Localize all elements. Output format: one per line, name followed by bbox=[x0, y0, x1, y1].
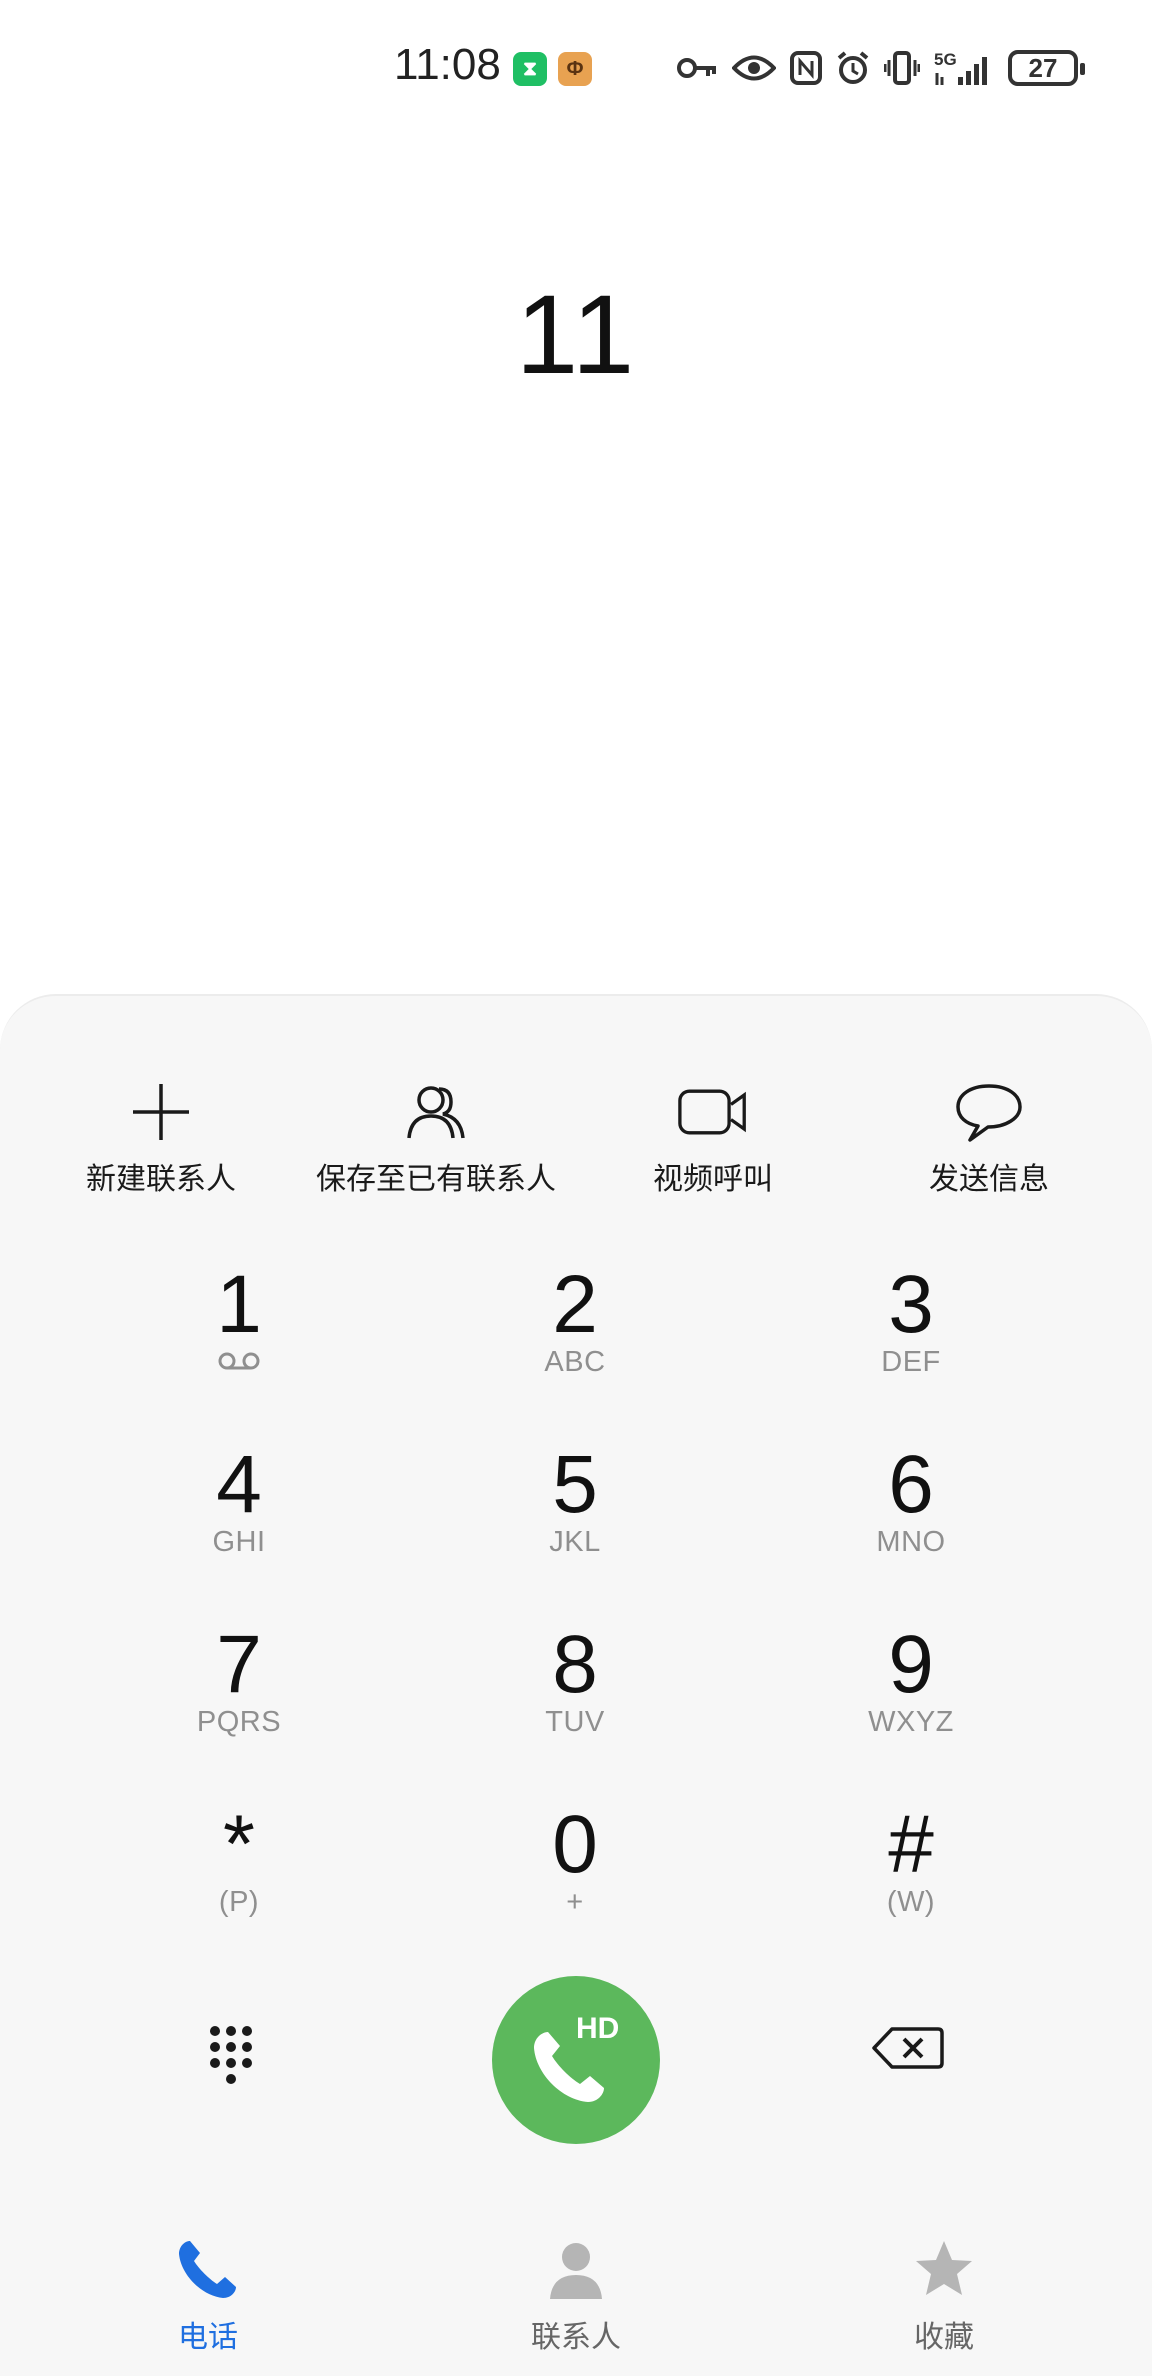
battery-icon: 27 bbox=[1008, 50, 1085, 86]
send-message-label: 发送信息 bbox=[929, 1163, 1049, 1196]
video-call-label: 视频呼叫 bbox=[653, 1163, 773, 1196]
dialpad-toggle-button[interactable] bbox=[205, 2021, 275, 2101]
key-5[interactable]: 5 JKL bbox=[425, 1440, 725, 1590]
key-6[interactable]: 6 MNO bbox=[761, 1440, 1061, 1590]
key-icon bbox=[676, 55, 718, 81]
dialpad-icon bbox=[210, 2026, 252, 2084]
key-1[interactable]: 1 bbox=[89, 1260, 389, 1410]
nfc-icon bbox=[790, 51, 822, 85]
nav-tab-contacts[interactable]: 联系人 bbox=[466, 2234, 686, 2356]
status-time: 11:08 bbox=[394, 40, 501, 89]
key-7[interactable]: 7 PQRS bbox=[89, 1620, 389, 1770]
message-icon bbox=[954, 1080, 1024, 1144]
delete-button[interactable] bbox=[872, 2026, 952, 2086]
key-3[interactable]: 3 DEF bbox=[761, 1260, 1061, 1410]
quick-actions: 新建联系人 保存至已有联系人 视频呼叫 发送信息 bbox=[0, 1080, 1152, 1210]
battery-level: 27 bbox=[1028, 52, 1058, 83]
key-hash[interactable]: # (W) bbox=[761, 1800, 1061, 1950]
bottom-nav: 电话 联系人 收藏 bbox=[0, 2208, 1152, 2376]
key-star[interactable]: * (P) bbox=[89, 1800, 389, 1950]
phone-tab-icon bbox=[173, 2234, 243, 2304]
hd-label: HD bbox=[576, 2012, 620, 2045]
save-to-existing-contact-button[interactable]: 保存至已有联系人 bbox=[286, 1080, 586, 1198]
new-contact-button[interactable]: 新建联系人 bbox=[11, 1080, 311, 1198]
nav-phone-label: 电话 bbox=[178, 2321, 238, 2354]
vibrate-icon bbox=[884, 51, 920, 85]
backspace-icon bbox=[872, 2027, 944, 2069]
app-icon: Ф bbox=[558, 52, 592, 86]
dialer-panel: 新建联系人 保存至已有联系人 视频呼叫 发送信息 1 2 ABC 3 DEF 4… bbox=[0, 994, 1152, 2208]
status-icons: 5G 27 bbox=[676, 44, 1085, 92]
key-4[interactable]: 4 GHI bbox=[89, 1440, 389, 1590]
key-2[interactable]: 2 ABC bbox=[425, 1260, 725, 1410]
key-9[interactable]: 9 WXYZ bbox=[761, 1620, 1061, 1770]
contacts-tab-icon bbox=[541, 2234, 611, 2304]
network-label: 5G bbox=[934, 50, 957, 69]
plus-icon bbox=[126, 1080, 196, 1144]
dialed-number[interactable]: 11 bbox=[0, 270, 1152, 399]
send-message-button[interactable]: 发送信息 bbox=[839, 1080, 1139, 1198]
eye-icon bbox=[732, 53, 776, 83]
timer-app-icon: ⧗ bbox=[513, 52, 547, 86]
alarm-icon bbox=[836, 50, 870, 86]
key-0[interactable]: 0 + bbox=[425, 1800, 725, 1950]
nav-tab-phone[interactable]: 电话 bbox=[98, 2234, 318, 2356]
video-call-button[interactable]: 视频呼叫 bbox=[563, 1080, 863, 1198]
contacts-icon bbox=[401, 1080, 471, 1144]
nav-contacts-label: 联系人 bbox=[531, 2321, 621, 2354]
call-button[interactable]: HD bbox=[492, 1976, 660, 2144]
nav-tab-favorites[interactable]: 收藏 bbox=[834, 2234, 1054, 2356]
star-icon bbox=[909, 2234, 979, 2304]
dialer-screen: 11:08 ⧗ Ф 5G 27 11 新建联系人 保存至已有联系人 视频呼叫 发… bbox=[0, 0, 1152, 2376]
nav-favorites-label: 收藏 bbox=[914, 2321, 974, 2354]
signal-icon: 5G bbox=[934, 49, 994, 87]
new-contact-label: 新建联系人 bbox=[86, 1163, 236, 1196]
video-call-icon bbox=[678, 1080, 748, 1144]
status-bar: 11:08 ⧗ Ф 5G 27 bbox=[0, 0, 1152, 136]
save-to-existing-label: 保存至已有联系人 bbox=[316, 1163, 556, 1196]
key-8[interactable]: 8 TUV bbox=[425, 1620, 725, 1770]
voicemail-icon bbox=[217, 1350, 261, 1384]
